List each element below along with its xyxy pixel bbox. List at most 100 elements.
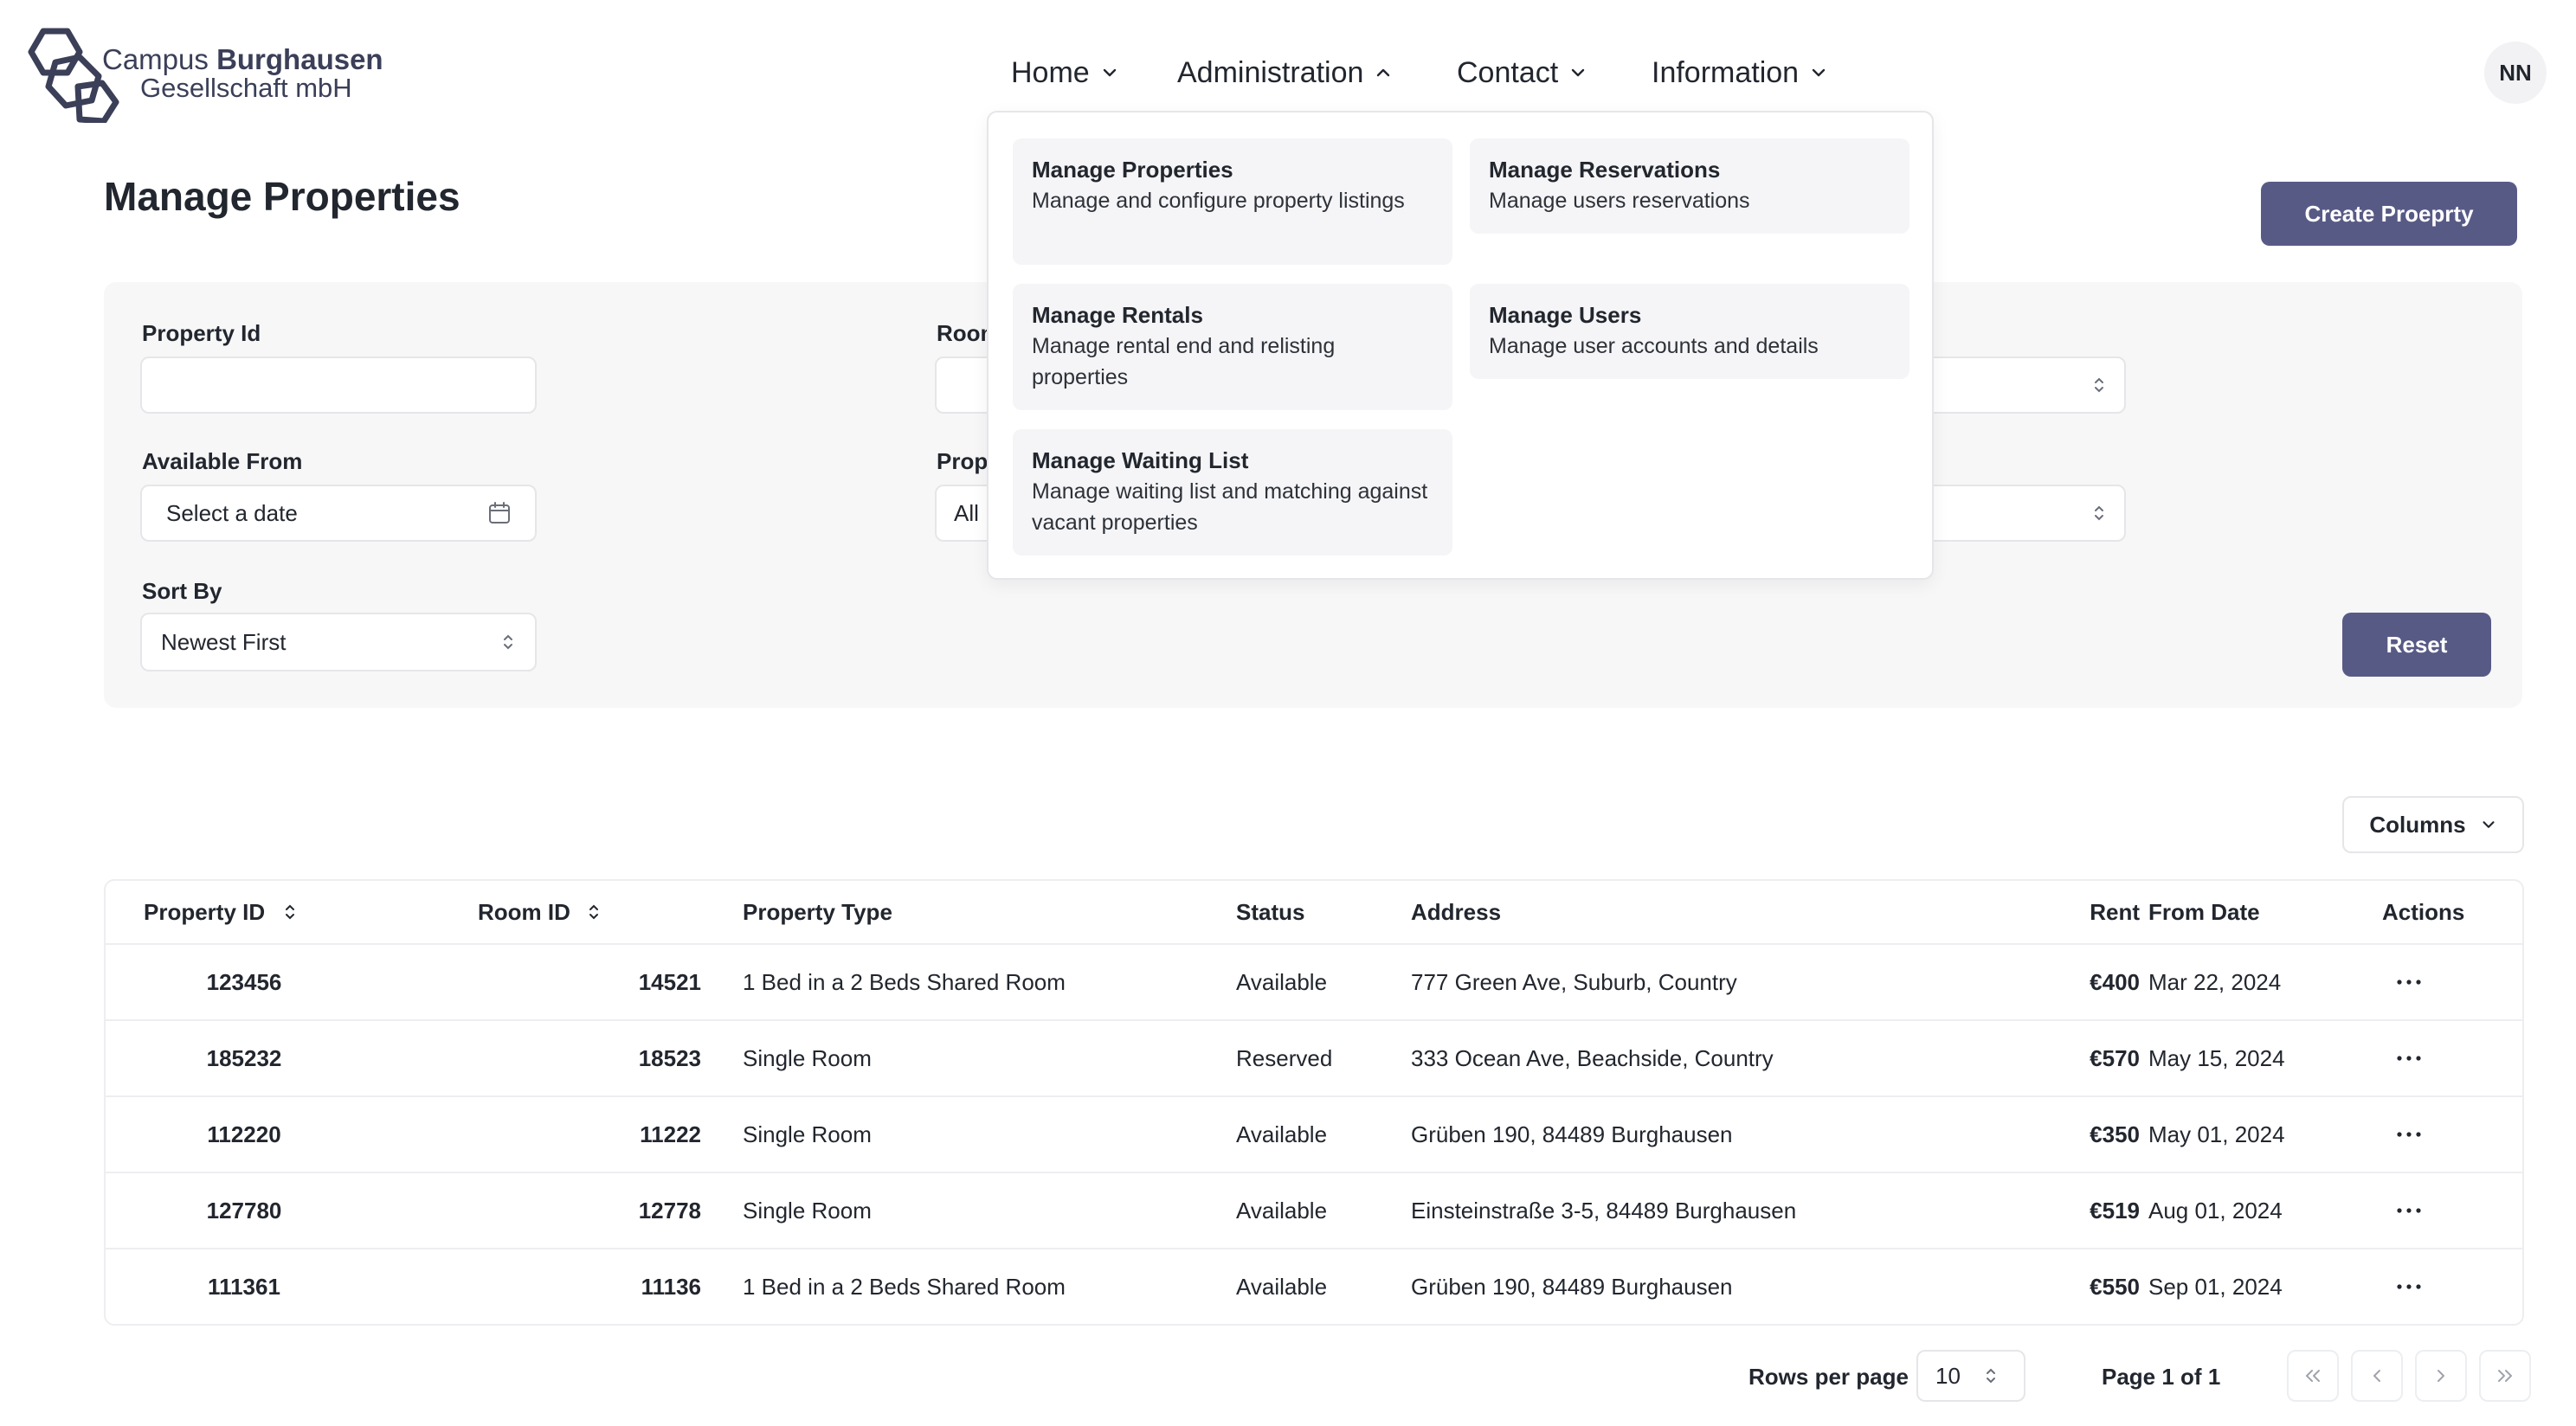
sort-by-value: Newest First xyxy=(161,628,287,655)
table-row: 127780 12778 Single Room Available Einst… xyxy=(106,1172,2522,1248)
date-placeholder: Select a date xyxy=(166,499,298,526)
select-updown-icon xyxy=(1986,1368,1995,1384)
create-property-button[interactable]: Create Proeprty xyxy=(2261,182,2517,246)
header-property-id[interactable]: Property ID xyxy=(144,881,298,943)
menu-item-description: Manage and configure property listings xyxy=(1032,189,1405,213)
header-room-id[interactable]: Room ID xyxy=(478,881,602,943)
menu-item-manage-waiting-list[interactable]: Manage Waiting List Manage waiting list … xyxy=(1013,429,1452,556)
nav-contact-label: Contact xyxy=(1457,55,1559,89)
page-title: Manage Properties xyxy=(104,174,460,219)
brand-line1-bold: Burghausen xyxy=(216,43,383,75)
table-row: 111361 11136 1 Bed in a 2 Beds Shared Ro… xyxy=(106,1248,2522,1324)
row-actions-button[interactable] xyxy=(2394,1097,2424,1172)
menu-item-description: Manage waiting list and matching against… xyxy=(1032,479,1428,535)
nav-administration-label: Administration xyxy=(1177,55,1364,89)
available-from-datepicker[interactable]: Select a date xyxy=(140,485,537,542)
select-updown-icon xyxy=(504,634,512,650)
nav-contact[interactable]: Contact xyxy=(1457,50,1587,95)
reset-button[interactable]: Reset xyxy=(2342,613,2491,677)
table-row: 123456 14521 1 Bed in a 2 Beds Shared Ro… xyxy=(106,943,2522,1019)
sort-by-label: Sort By xyxy=(142,578,222,604)
columns-button[interactable]: Columns xyxy=(2342,796,2524,853)
brand-name: Campus Burghausen Gesellschaft mbH xyxy=(102,45,414,102)
user-initials: NN xyxy=(2499,59,2532,86)
cell-property-type: Single Room xyxy=(743,1197,872,1224)
menu-item-manage-rentals[interactable]: Manage Rentals Manage rental end and rel… xyxy=(1013,284,1452,410)
chevron-down-icon xyxy=(1812,68,1826,77)
nav-administration[interactable]: Administration xyxy=(1177,50,1393,95)
brand-logo[interactable]: Campus Burghausen Gesellschaft mbH xyxy=(26,28,383,123)
chevron-down-icon xyxy=(1103,68,1116,77)
cell-rent: €550 xyxy=(2090,1273,2140,1300)
page-info: Page 1 of 1 xyxy=(2102,1364,2221,1390)
property-id-label: Property Id xyxy=(142,320,261,346)
cell-status: Available xyxy=(1236,1273,1328,1300)
cell-property-type: 1 Bed in a 2 Beds Shared Room xyxy=(743,968,1066,995)
row-actions-button[interactable] xyxy=(2394,1021,2424,1095)
properties-table: Property ID Room ID Property Type Status… xyxy=(104,879,2524,1326)
cell-property-type: 1 Bed in a 2 Beds Shared Room xyxy=(743,1273,1066,1300)
chevron-left-icon xyxy=(2373,1370,2380,1382)
first-page-button[interactable] xyxy=(2287,1350,2339,1402)
nav-information[interactable]: Information xyxy=(1652,50,1828,95)
menu-item-manage-properties[interactable]: Manage Properties Manage and configure p… xyxy=(1013,138,1452,265)
last-page-button[interactable] xyxy=(2479,1350,2531,1402)
cell-address: 333 Ocean Ave, Beachside, Country xyxy=(1411,1044,1774,1071)
cell-address: Einsteinstraße 3-5, 84489 Burghausen xyxy=(1411,1197,1797,1224)
previous-page-button[interactable] xyxy=(2351,1350,2403,1402)
cell-address: Grüben 190, 84489 Burghausen xyxy=(1411,1121,1733,1147)
menu-item-manage-reservations[interactable]: Manage Reservations Manage users reserva… xyxy=(1470,138,1909,234)
cell-room-id: 12778 xyxy=(638,1197,701,1224)
calendar-icon xyxy=(489,502,510,524)
cell-status: Reserved xyxy=(1236,1044,1333,1071)
more-horizontal-icon xyxy=(2397,1284,2421,1289)
cell-rent: €570 xyxy=(2090,1044,2140,1071)
cell-from-date: May 15, 2024 xyxy=(2148,1044,2285,1071)
cell-status: Available xyxy=(1236,968,1328,995)
user-avatar[interactable]: NN xyxy=(2484,42,2547,104)
rows-per-page-value: 10 xyxy=(1935,1362,1961,1389)
menu-item-manage-users[interactable]: Manage Users Manage user accounts and de… xyxy=(1470,284,1909,379)
menu-item-description: Manage rental end and relisting properti… xyxy=(1032,334,1336,389)
administration-dropdown-menu: Manage Properties Manage and configure p… xyxy=(987,111,1934,580)
chevron-down-icon xyxy=(2483,821,2495,828)
chevron-down-icon xyxy=(1571,68,1585,77)
select-updown-icon xyxy=(2095,377,2103,393)
sort-icon xyxy=(286,904,295,920)
cell-property-id: 185232 xyxy=(206,1044,282,1071)
chevron-up-icon xyxy=(1377,68,1390,77)
row-actions-button[interactable] xyxy=(2394,1173,2424,1248)
cell-room-id: 11222 xyxy=(640,1121,701,1147)
next-page-button[interactable] xyxy=(2415,1350,2467,1402)
cell-room-id: 14521 xyxy=(638,968,701,995)
cell-from-date: May 01, 2024 xyxy=(2148,1121,2285,1147)
property-select-value: All xyxy=(954,499,979,526)
header-from-date: From Date xyxy=(2148,898,2260,925)
row-actions-button[interactable] xyxy=(2394,1249,2424,1324)
cell-property-id: 112220 xyxy=(207,1121,281,1147)
row-actions-button[interactable] xyxy=(2394,945,2424,1019)
cell-status: Available xyxy=(1236,1197,1328,1224)
table-row: 112220 11222 Single Room Available Grübe… xyxy=(106,1095,2522,1172)
cell-address: Grüben 190, 84489 Burghausen xyxy=(1411,1273,1733,1300)
header-room-id-label: Room ID xyxy=(478,898,570,925)
header-rent: Rent xyxy=(2090,898,2140,925)
brand-line2: Gesellschaft mbH xyxy=(140,73,352,103)
menu-item-description: Manage user accounts and details xyxy=(1489,334,1819,358)
sort-by-select[interactable]: Newest First xyxy=(140,613,537,671)
table-row: 185232 18523 Single Room Reserved 333 Oc… xyxy=(106,1019,2522,1095)
nav-home[interactable]: Home xyxy=(1011,50,1119,95)
menu-item-title: Manage Rentals xyxy=(1032,302,1203,328)
rows-per-page-label: Rows per page xyxy=(1748,1364,1909,1390)
cell-property-type: Single Room xyxy=(743,1121,872,1147)
cell-rent: €519 xyxy=(2090,1197,2140,1224)
cell-property-id: 127780 xyxy=(206,1197,282,1224)
header-property-id-label: Property ID xyxy=(144,898,266,925)
rows-per-page-select[interactable]: 10 xyxy=(1916,1350,2025,1402)
header-actions: Actions xyxy=(2382,898,2465,925)
property-id-input[interactable] xyxy=(140,356,537,414)
columns-label: Columns xyxy=(2369,811,2466,838)
menu-item-description: Manage users reservations xyxy=(1489,189,1750,213)
chevrons-left-icon xyxy=(2306,1370,2320,1382)
cell-property-type: Single Room xyxy=(743,1044,872,1071)
